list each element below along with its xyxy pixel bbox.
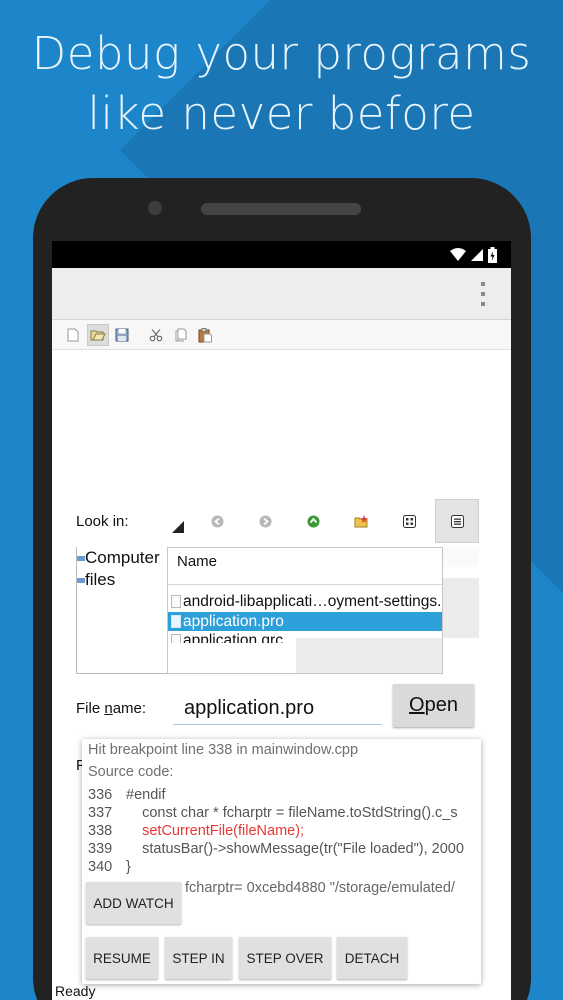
file-name: android-libapplicati…oyment-settings.: [183, 593, 442, 610]
sidebar-item-label: Computer: [85, 548, 160, 567]
editor-toolbar: [52, 320, 511, 350]
look-in-dropdown-icon[interactable]: [172, 521, 184, 533]
step-in-button[interactable]: STEP IN: [165, 937, 232, 979]
phone-screen: Look in: Computer files Name android-lib…: [52, 241, 511, 1000]
code-line: 340}: [88, 859, 131, 875]
file-icon: [171, 615, 181, 628]
copy-icon[interactable]: [170, 324, 192, 346]
column-header-name[interactable]: Name: [168, 548, 442, 585]
horizontal-scrollbar[interactable]: [296, 638, 442, 673]
status-ready-text: Ready: [55, 983, 96, 999]
file-list: Name android-libapplicati…oyment-setting…: [167, 547, 443, 674]
sidebar-tree: Computer files: [76, 547, 167, 674]
sidebar-item-label: files: [85, 570, 116, 589]
phone-camera: [148, 201, 162, 215]
file-row-selected[interactable]: application.pro: [168, 612, 442, 631]
promo-headline: Debug your programs like never before: [0, 24, 563, 144]
list-corner: [443, 547, 479, 567]
source-code-label: Source code:: [88, 764, 174, 780]
code-line: 336 #endif: [88, 787, 166, 803]
headline-line-1: Debug your programs: [31, 27, 532, 80]
breakpoint-message: Hit breakpoint line 338 in mainwindow.cp…: [88, 742, 359, 758]
save-icon[interactable]: [111, 324, 133, 346]
app-bar: [52, 268, 511, 320]
resume-button[interactable]: RESUME: [86, 937, 158, 979]
code-line-breakpoint: 338 setCurrentFile(fileName);: [88, 823, 305, 839]
headline-line-2: like never before: [87, 87, 476, 140]
look-in-label: Look in:: [76, 513, 129, 530]
up-folder-icon[interactable]: [291, 499, 335, 543]
file-name: application.pro: [183, 613, 284, 630]
sidebar-item-files[interactable]: files: [77, 569, 167, 591]
file-row[interactable]: android-libapplicati…oyment-settings.: [168, 592, 442, 611]
file-name-input[interactable]: [173, 689, 382, 725]
status-bar: [52, 241, 511, 268]
file-name-label: File name:: [76, 700, 147, 717]
new-folder-icon[interactable]: [339, 499, 383, 543]
debugger-panel: Hit breakpoint line 338 in mainwindow.cp…: [82, 739, 481, 984]
vertical-scrollbar[interactable]: [443, 578, 479, 638]
sidebar-item-computer[interactable]: Computer: [77, 547, 167, 569]
detail-view-icon[interactable]: [435, 499, 479, 543]
file-icon: [171, 634, 181, 643]
step-over-button[interactable]: STEP OVER: [239, 937, 331, 979]
computer-icon: [77, 556, 85, 561]
list-view-icon[interactable]: [387, 499, 431, 543]
paste-icon[interactable]: [194, 324, 216, 346]
new-file-icon[interactable]: [62, 324, 84, 346]
file-icon: [171, 595, 181, 608]
open-file-icon[interactable]: [87, 324, 109, 346]
back-icon[interactable]: [195, 499, 239, 543]
file-name: application.qrc: [183, 632, 283, 643]
code-line: 339 statusBar()->showMessage(tr("File lo…: [88, 841, 464, 857]
promo-screen: { "headline": { "line1": "Debug your pro…: [0, 0, 563, 1000]
watch-value: fcharptr= 0xcebd4880 "/storage/emulated/: [185, 880, 455, 896]
add-watch-button[interactable]: ADD WATCH: [86, 882, 181, 924]
cellular-icon: [471, 249, 483, 261]
forward-icon[interactable]: [243, 499, 287, 543]
open-button[interactable]: Open: [393, 684, 474, 727]
overflow-menu-icon[interactable]: [479, 282, 487, 306]
cut-icon[interactable]: [145, 324, 167, 346]
battery-icon: [488, 247, 497, 263]
folder-icon: [77, 578, 85, 583]
wifi-icon: [450, 248, 466, 261]
detach-button[interactable]: DETACH: [337, 937, 407, 979]
code-line: 337 const char * fcharptr = fileName.toS…: [88, 805, 458, 821]
phone-speaker: [201, 203, 361, 215]
